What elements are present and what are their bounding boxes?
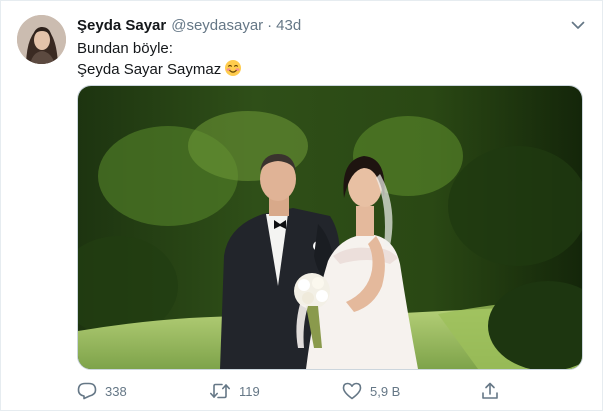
- avatar[interactable]: [17, 15, 66, 64]
- more-options-button[interactable]: [567, 15, 589, 35]
- like-icon: [342, 382, 362, 400]
- avatar-image: [17, 15, 66, 64]
- like-count: 5,9 B: [370, 383, 401, 399]
- retweet-count: 119: [239, 383, 260, 399]
- tweet-text-line: Bundan böyle:: [77, 40, 173, 57]
- tweet-text: Bundan böyle: Şeyda Sayar Saymaz: [77, 39, 242, 83]
- tweet-card[interactable]: Şeyda Sayar @seydasayar · 43d Bundan böy…: [0, 0, 603, 411]
- retweet-button[interactable]: 119: [209, 379, 260, 403]
- share-button[interactable]: [481, 379, 499, 403]
- tweet-photo[interactable]: [77, 85, 583, 370]
- tweet-timestamp[interactable]: 43d: [276, 17, 301, 34]
- tweet-actions: 338 119 5,9 B: [77, 379, 583, 403]
- like-button[interactable]: 5,9 B: [342, 379, 400, 403]
- reply-button[interactable]: 338: [77, 379, 127, 403]
- author-handle[interactable]: @seydasayar: [171, 17, 263, 34]
- tweet-text-line: Şeyda Sayar Saymaz: [77, 61, 222, 78]
- tweet-text-line-2: Şeyda Sayar Saymaz: [77, 59, 242, 83]
- smiling-face-with-blush-emoji-icon: [224, 59, 242, 83]
- separator-dot: ·: [267, 16, 273, 34]
- wedding-photo-image: [78, 86, 582, 369]
- author-name[interactable]: Şeyda Sayar: [77, 17, 166, 34]
- reply-icon: [77, 382, 97, 400]
- tweet-header: Şeyda Sayar @seydasayar · 43d: [77, 15, 301, 35]
- share-icon: [482, 382, 498, 399]
- retweet-icon: [210, 383, 230, 399]
- chevron-down-icon: [571, 21, 585, 29]
- reply-count: 338: [105, 383, 127, 399]
